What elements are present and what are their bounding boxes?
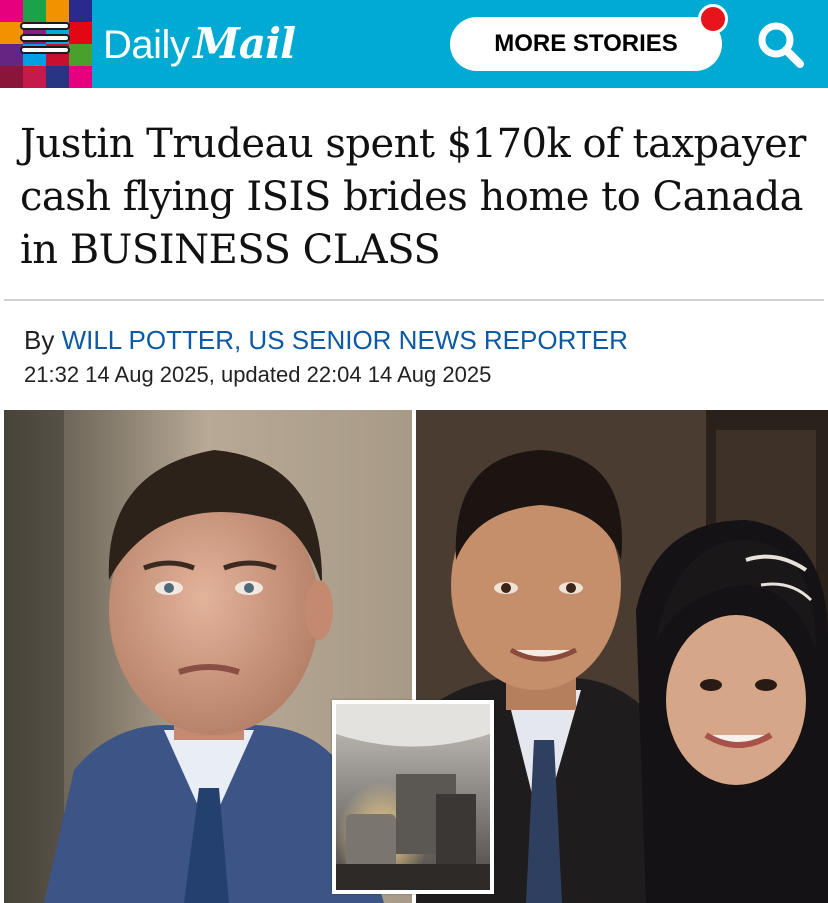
daily-mail-logo[interactable]: Daily Mail xyxy=(103,14,296,74)
article-headline: Justin Trudeau spent $170k of taxpayer c… xyxy=(20,121,806,273)
byline: By WILL POTTER, US SENIOR NEWS REPORTER xyxy=(24,324,628,356)
logo-mail-text: Mail xyxy=(193,19,296,68)
author-link[interactable]: WILL POTTER, US SENIOR NEWS REPORTER xyxy=(62,325,628,355)
top-bar: Daily Mail MORE STORIES xyxy=(0,0,828,88)
logo-daily-text: Daily xyxy=(103,23,190,67)
search-icon[interactable] xyxy=(752,18,808,72)
more-stories-button[interactable]: MORE STORIES xyxy=(450,17,722,71)
divider xyxy=(4,299,824,301)
menu-icon[interactable] xyxy=(20,22,70,66)
byline-prefix: By xyxy=(24,325,62,355)
notification-dot xyxy=(698,4,728,34)
inset-photo xyxy=(332,700,494,894)
article-timestamp: 21:32 14 Aug 2025, updated 22:04 14 Aug … xyxy=(24,362,492,387)
